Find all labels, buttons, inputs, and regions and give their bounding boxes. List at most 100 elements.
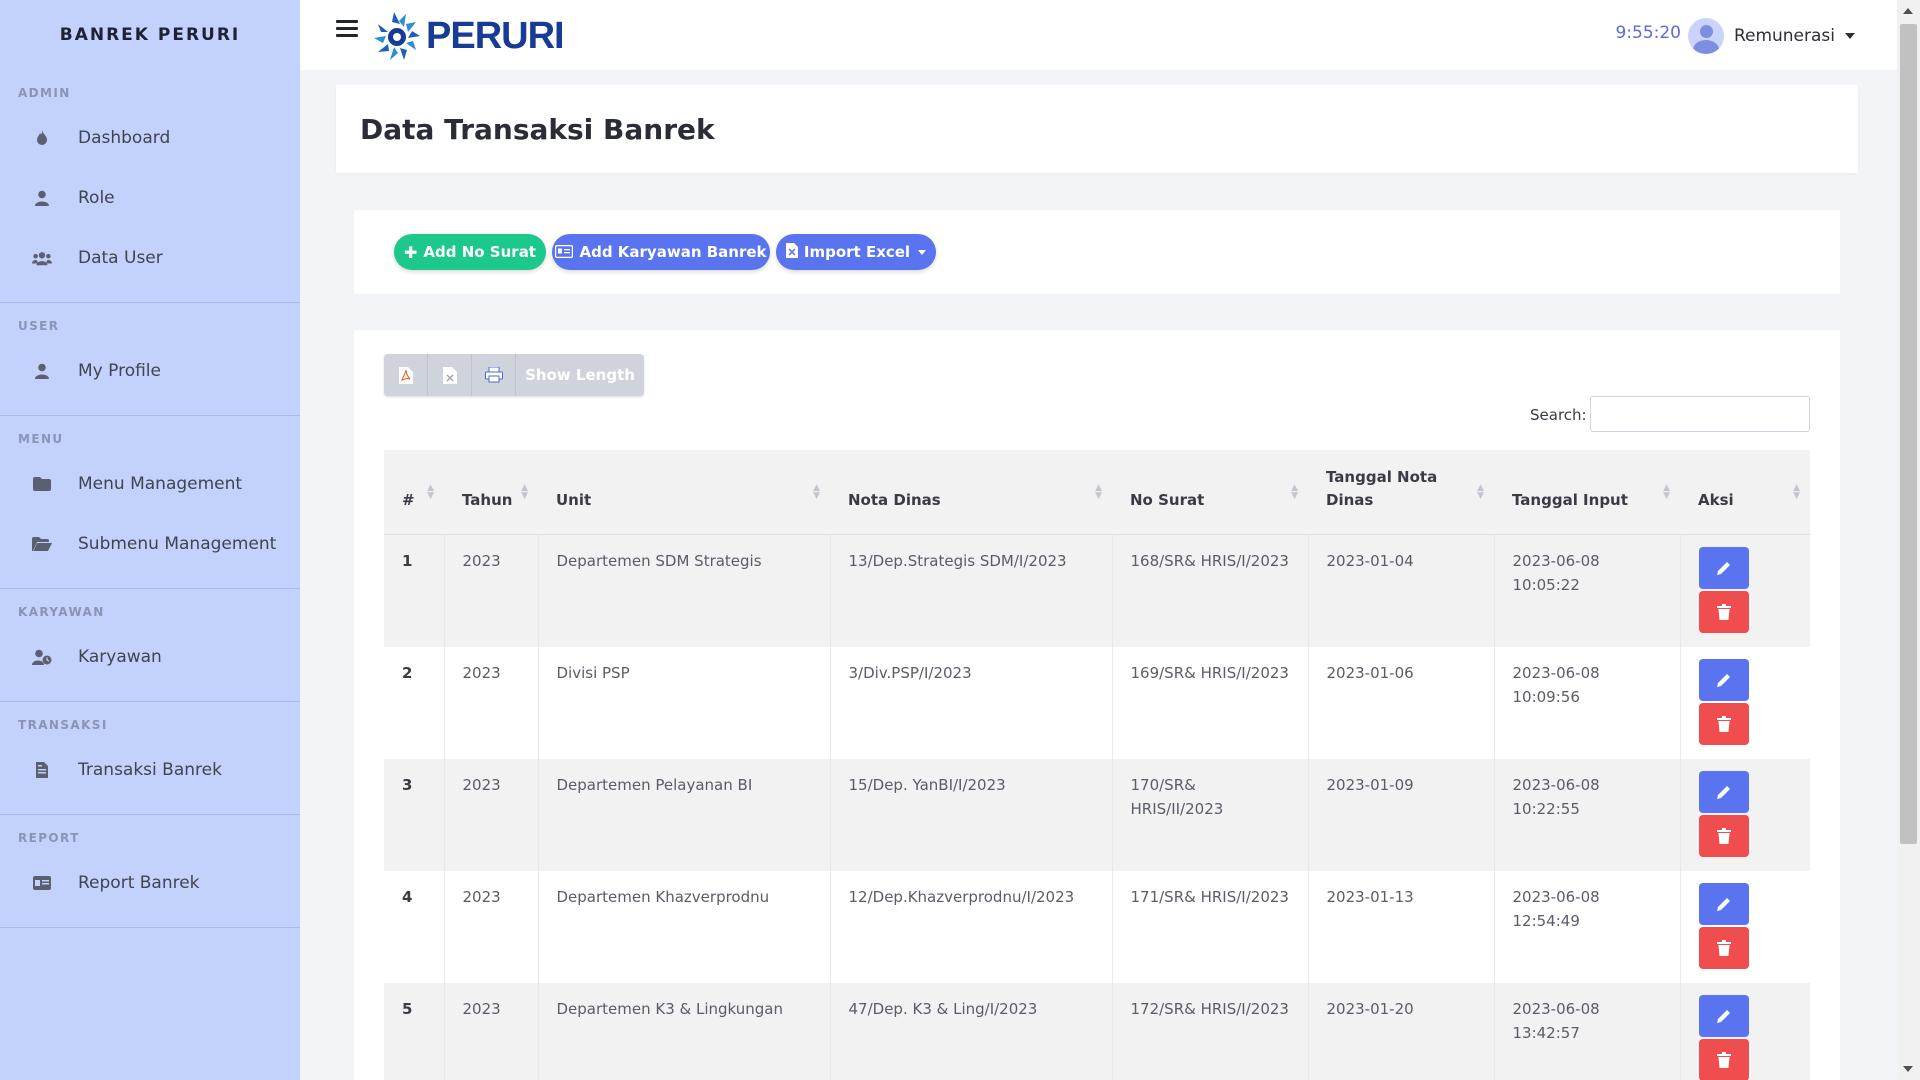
cell-no-surat: 171/SR& HRIS/I/2023 [1112,870,1309,983]
edit-button[interactable] [1698,546,1749,589]
sidebar-item-my-profile[interactable]: My Profile [0,341,300,401]
edit-button[interactable] [1698,770,1749,813]
file-excel-icon [785,242,798,262]
cell-tanggal-nota: 2023-01-04 [1308,534,1495,647]
topbar: PERURI 9:55:20 Remunerasi [300,0,1897,70]
edit-button[interactable] [1698,658,1749,701]
user-icon [32,188,52,208]
cell-tanggal-input: 2023-06-08 10:05:22 [1494,534,1681,647]
cell-num: 1 [384,534,445,647]
cell-unit: Departemen Khazverprodnu [538,870,831,983]
cell-aksi [1680,758,1810,871]
logo-text: PERURI [426,14,565,57]
trash-icon [1716,939,1731,956]
col-header-no-surat[interactable]: No Surat ▲ ▼ [1112,450,1308,535]
import-excel-dropdown[interactable]: Import Excel [776,234,936,270]
pencil-icon [1716,673,1730,687]
cell-no-surat: 168/SR& HRIS/I/2023 [1112,534,1309,647]
edit-button[interactable] [1698,882,1749,925]
cell-tanggal-nota: 2023-01-09 [1308,758,1495,871]
cell-tahun: 2023 [444,870,539,983]
sidebar-item-data-user[interactable]: Data User [0,228,300,288]
sidebar-section-report: REPORT Report Banrek [0,815,300,928]
col-header-unit[interactable]: Unit ▲ ▼ [538,450,830,535]
pencil-icon [1716,1009,1730,1023]
sidebar-brand[interactable]: BANREK PERURI [0,0,300,70]
edit-button[interactable] [1698,994,1749,1037]
id-card-icon [32,873,52,893]
table-header-row: # ▲ ▼ Tahun ▲ ▼ Unit ▲ ▼ Nota Dinas ▲ ▼ No Surat… [384,450,1810,535]
delete-button[interactable] [1698,1038,1749,1080]
sidebar-item-menu-management[interactable]: Menu Management [0,454,300,514]
col-header-tahun[interactable]: Tahun ▲ ▼ [444,450,538,535]
sidebar-heading: KARYAWAN [18,605,105,619]
delete-button[interactable] [1698,590,1749,633]
cell-unit: Divisi PSP [538,646,831,759]
sidebar-item-dashboard[interactable]: Dashboard [0,108,300,168]
table-row: 4 2023 Departemen Khazverprodnu 12/Dep.K… [384,870,1810,983]
sort-icon: ▲ ▼ [1095,483,1102,501]
col-header-num[interactable]: # ▲ ▼ [384,450,444,535]
cell-unit: Departemen Pelayanan BI [538,758,831,871]
avatar [1687,18,1724,54]
cell-nota-dinas: 12/Dep.Khazverprodnu/I/2023 [830,870,1113,983]
table-row: 2 2023 Divisi PSP 3/Div.PSP/I/2023 169/S… [384,646,1810,759]
sidebar-item-report-banrek[interactable]: Report Banrek [0,853,300,913]
user-menu[interactable]: Remunerasi [1687,18,1855,54]
sidebar-item-label: Submenu Management [78,534,277,554]
import-excel-label: Import Excel [803,243,911,261]
sidebar-item-role[interactable]: Role [0,168,300,228]
col-header-nota-dinas[interactable]: Nota Dinas ▲ ▼ [830,450,1112,535]
peruri-logo[interactable]: PERURI [372,10,565,62]
sort-icon: ▲ ▼ [1663,483,1670,501]
add-no-surat-button[interactable]: ✚ Add No Surat [394,234,546,270]
col-header-tanggal-nota-dinas[interactable]: Tanggal Nota Dinas ▲ ▼ [1308,450,1494,535]
export-pdf-button[interactable] [384,354,428,396]
show-length-button[interactable]: Show Length [516,354,644,396]
delete-button[interactable] [1698,702,1749,745]
sidebar-section-karyawan: KARYAWAN Karyawan [0,589,300,702]
cell-unit: Departemen K3 & Lingkungan [538,982,831,1080]
page-scrollbar[interactable] [1897,0,1920,1080]
delete-button[interactable] [1698,926,1749,969]
menu-toggle-icon[interactable] [336,20,358,38]
cell-nota-dinas: 47/Dep. K3 & Ling/I/2023 [830,982,1113,1080]
sidebar-item-label: Data User [78,248,163,268]
sidebar-heading: USER [18,319,60,333]
folder-icon [32,474,52,494]
search-input[interactable] [1590,396,1810,432]
add-karyawan-banrek-button[interactable]: Add Karyawan Banrek [552,234,770,270]
action-card: ✚ Add No Surat Add Karyawan Banrek Impor… [354,210,1840,294]
chevron-down-icon [1845,33,1855,39]
caret-down-icon [918,249,927,255]
sidebar-item-karyawan[interactable]: Karyawan [0,627,300,687]
user-clock-icon [32,647,52,667]
sidebar-section-user: USER My Profile [0,303,300,416]
print-button[interactable] [472,354,516,396]
scroll-up-icon[interactable] [1903,8,1913,14]
sidebar-item-submenu-management[interactable]: Submenu Management [0,514,300,574]
sort-icon: ▲ ▼ [1793,483,1800,501]
sidebar-heading: TRANSAKSI [18,718,108,732]
sidebar-section-menu: MENU Menu Management Submenu Management [0,416,300,589]
delete-button[interactable] [1698,814,1749,857]
cell-nota-dinas: 15/Dep. YanBI/I/2023 [830,758,1113,871]
cell-tanggal-nota: 2023-01-06 [1308,646,1495,759]
scroll-down-icon[interactable] [1903,1066,1913,1072]
sidebar-item-transaksi-banrek[interactable]: Transaksi Banrek [0,740,300,800]
col-header-aksi[interactable]: Aksi ▲ ▼ [1680,450,1810,535]
user-name: Remunerasi [1733,26,1835,46]
cell-num: 2 [384,646,445,759]
add-karyawan-banrek-label: Add Karyawan Banrek [579,243,767,261]
export-excel-button[interactable] [428,354,472,396]
page-title: Data Transaksi Banrek [360,113,715,146]
scroll-thumb[interactable] [1900,24,1917,844]
col-header-tanggal-input[interactable]: Tanggal Input ▲ ▼ [1494,450,1680,535]
cell-tanggal-nota: 2023-01-13 [1308,870,1495,983]
cell-aksi [1680,646,1810,759]
export-button-group: Show Length [384,354,644,396]
add-no-surat-label: Add No Surat [423,243,536,261]
cell-num: 5 [384,982,445,1080]
cell-aksi [1680,534,1810,647]
cell-tahun: 2023 [444,534,539,647]
